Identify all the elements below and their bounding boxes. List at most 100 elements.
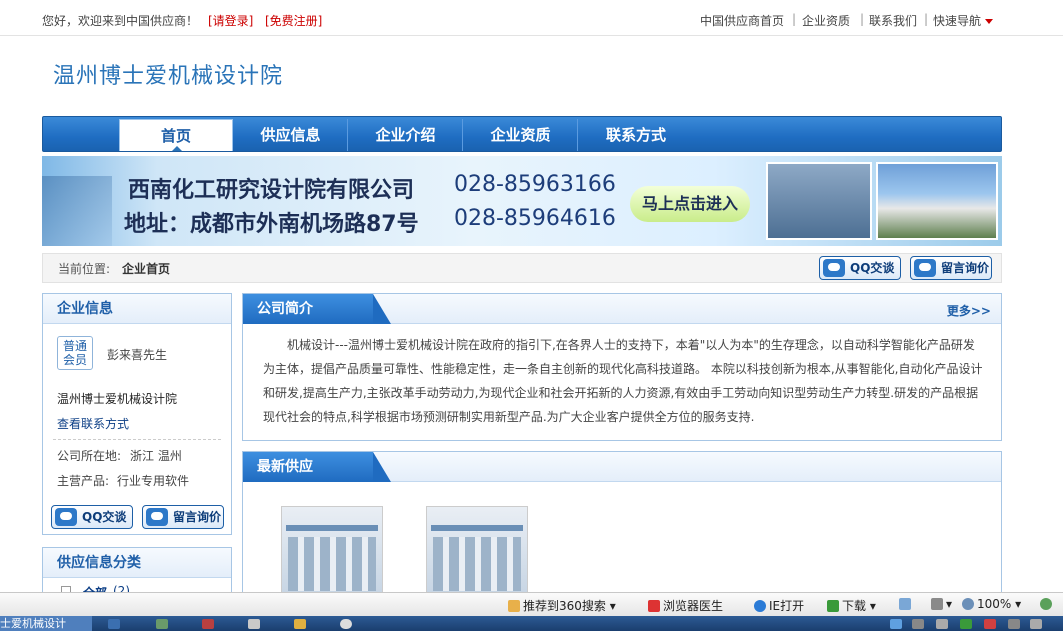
message-icon — [146, 508, 168, 526]
taskbar-window[interactable]: 士爱机械设计 — [0, 616, 92, 631]
thumbnail-grid — [288, 537, 376, 591]
top-bar: 您好，欢迎来到中国供应商！ [请登录] [免费注册] 中国供应商首页 | 企业资… — [0, 0, 1063, 36]
zoom-out-button[interactable] — [1040, 597, 1055, 611]
download-arrow-icon — [827, 600, 839, 612]
message-button-side[interactable]: 留言询价 — [142, 505, 224, 529]
tray-icon[interactable] — [1030, 619, 1042, 629]
latest-supply-header: 最新供应 — [243, 452, 1001, 482]
tray-icon[interactable] — [912, 619, 924, 629]
more-link[interactable]: 更多>> — [947, 302, 991, 319]
lab-photo — [766, 162, 872, 240]
banner-company: 西南化工研究设计院有限公司 — [128, 178, 415, 203]
intro-heading: 公司简介 — [243, 294, 391, 324]
nav-supply[interactable]: 供应信息 — [234, 119, 348, 151]
nav-home[interactable]: 首页 — [119, 119, 233, 151]
company-name: 温州博士爱机械设计院 — [57, 392, 178, 406]
login-link[interactable]: [请登录] — [208, 12, 253, 29]
separator: | — [792, 12, 797, 26]
qq-chat-label: QQ交谈 — [850, 261, 895, 275]
tray-icon[interactable] — [960, 619, 972, 629]
zoom-level: 100% — [977, 597, 1012, 611]
divider — [53, 439, 221, 440]
breadcrumb: 当前位置: 企业首页 QQ交谈 留言询价 — [42, 253, 1002, 283]
site-title: 温州博士爱机械设计院 — [53, 64, 284, 89]
tray-icon[interactable] — [936, 619, 948, 629]
thumbnail-header — [431, 525, 523, 531]
thumb-up-icon — [508, 600, 520, 612]
folder-icon[interactable] — [294, 619, 306, 629]
enter-button[interactable]: 马上点击进入 — [630, 186, 750, 222]
product-thumbnail[interactable] — [281, 506, 383, 596]
location-label: 公司所在地: — [57, 449, 122, 463]
ie-icon — [754, 600, 766, 612]
window-icon — [899, 598, 911, 610]
building-photo — [876, 162, 998, 240]
window-button[interactable] — [899, 597, 914, 611]
download-label: 下载 — [842, 599, 867, 613]
location-value: 浙江 温州 — [130, 449, 182, 463]
recommend-360-button[interactable]: 推荐到360搜索 ▾ — [508, 597, 616, 614]
view-contact-link[interactable]: 查看联系方式 — [57, 415, 129, 432]
category-header: 供应信息分类 — [43, 548, 231, 578]
separator: | — [860, 12, 865, 26]
thumbnail-header — [286, 525, 378, 531]
thumbnail-grid — [433, 537, 521, 591]
company-info-heading: 企业信息 — [57, 301, 113, 317]
taskbar: 士爱机械设计 — [0, 616, 1063, 631]
doctor-label: 浏览器医生 — [663, 599, 724, 613]
download-button[interactable]: 下载 ▾ — [827, 597, 876, 614]
nav-about[interactable]: 企业介绍 — [349, 119, 463, 151]
magnifier-icon — [962, 598, 974, 610]
member-badge: 普通 会员 — [57, 336, 93, 370]
ie-open-button[interactable]: IE打开 — [754, 597, 804, 614]
zoom-control[interactable]: 100% ▾ — [962, 597, 1021, 611]
quick-nav-menu[interactable]: 快速导航 — [933, 12, 994, 29]
product-thumbnail[interactable] — [426, 506, 528, 596]
banner-address: 地址：成都市外南机场路87号 — [124, 212, 419, 237]
qq-chat-label: QQ交谈 — [82, 510, 127, 524]
banner-phone-2: 028-85964616 — [454, 206, 616, 231]
tray-icon[interactable] — [984, 619, 996, 629]
register-link[interactable]: [免费注册] — [265, 12, 322, 29]
contact-link[interactable]: 联系我们 — [869, 12, 917, 29]
breadcrumb-current: 企业首页 — [122, 262, 171, 276]
ie-open-label: IE打开 — [769, 599, 805, 613]
minus-icon — [1040, 598, 1052, 610]
contact-person: 彭来喜先生 — [107, 348, 168, 362]
intro-header: 公司简介 更多>> — [243, 294, 1001, 324]
qualification-link[interactable]: 企业资质 — [802, 12, 850, 29]
speaker-icon — [931, 598, 943, 610]
nav-qualification[interactable]: 企业资质 — [464, 119, 578, 151]
welcome-text: 您好，欢迎来到中国供应商！ — [42, 14, 199, 28]
chevron-down-icon — [985, 19, 994, 24]
main-nav: 首页 供应信息 企业介绍 企业资质 联系方式 — [42, 116, 1002, 152]
tray-icon[interactable] — [1008, 619, 1020, 629]
message-label: 留言询价 — [173, 510, 222, 524]
app-icon[interactable] — [156, 619, 168, 629]
browser-status-bar: 推荐到360搜索 ▾ 浏览器医生 IE打开 下载 ▾ ▾ 100% ▾ — [0, 592, 1063, 616]
app-icon[interactable] — [202, 619, 214, 629]
message-icon — [914, 259, 936, 277]
product-value: 行业专用软件 — [117, 474, 190, 488]
latest-supply-heading: 最新供应 — [243, 452, 391, 482]
message-button[interactable]: 留言询价 — [910, 256, 992, 280]
qq-chat-button-side[interactable]: QQ交谈 — [51, 505, 133, 529]
ad-banner[interactable]: 西南化工研究设计院有限公司 028-85963166 地址：成都市外南机场路87… — [42, 156, 1002, 246]
volume-button[interactable]: ▾ — [931, 597, 952, 611]
app-icon[interactable] — [108, 619, 120, 629]
nav-contact[interactable]: 联系方式 — [579, 119, 693, 151]
building-graphic — [42, 176, 112, 246]
company-info-panel: 企业信息 普通 会员 彭来喜先生 温州博士爱机械设计院 查看联系方式 公司所在地… — [42, 293, 232, 535]
chat-bubble-icon — [55, 508, 77, 526]
qq-chat-button[interactable]: QQ交谈 — [819, 256, 901, 280]
tray-icon[interactable] — [890, 619, 902, 629]
recommend-label: 推荐到360搜索 — [523, 599, 606, 613]
app-icon[interactable] — [248, 619, 260, 629]
medkit-icon — [648, 600, 660, 612]
breadcrumb-label: 当前位置: — [58, 262, 111, 276]
chat-bubble-icon — [823, 259, 845, 277]
browser-doctor-button[interactable]: 浏览器医生 — [648, 597, 723, 614]
quick-nav-label: 快速导航 — [933, 14, 982, 28]
home-link[interactable]: 中国供应商首页 — [700, 12, 784, 29]
media-icon[interactable] — [340, 619, 352, 629]
